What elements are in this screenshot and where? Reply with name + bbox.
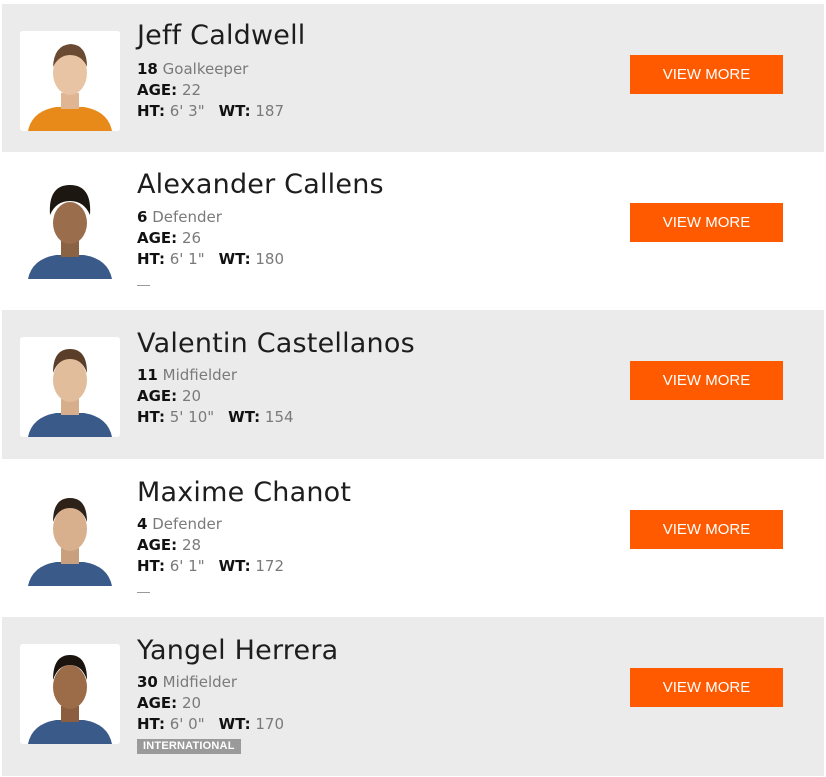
player-weight: 170 <box>255 715 285 733</box>
age-label: AGE: <box>137 694 178 712</box>
weight-label: WT: <box>218 250 251 268</box>
player-card: Alexander Callens 6 Defender AGE: 26 HT:… <box>2 152 824 310</box>
player-name[interactable]: Yangel Herrera <box>137 635 338 666</box>
player-weight: 187 <box>255 102 285 120</box>
player-position: Defender <box>152 208 222 226</box>
player-photo <box>20 31 120 131</box>
height-label: HT: <box>137 557 165 575</box>
player-card: Valentin Castellanos 11 Midfielder AGE: … <box>2 310 824 459</box>
player-name[interactable]: Valentin Castellanos <box>137 328 415 359</box>
player-number: 18 <box>137 60 158 78</box>
player-photo <box>20 644 120 744</box>
player-weight: 154 <box>264 408 294 426</box>
player-name[interactable]: Alexander Callens <box>137 169 384 200</box>
player-position: Defender <box>152 515 222 533</box>
player-age-value: 22 <box>181 81 202 99</box>
divider-dash <box>137 592 150 593</box>
player-height-weight: HT: 6' 3" WT: 187 <box>137 101 284 122</box>
height-label: HT: <box>137 102 165 120</box>
player-height: 6' 0" <box>169 715 205 733</box>
player-age: AGE: 22 <box>137 80 201 101</box>
weight-label: WT: <box>228 408 261 426</box>
player-number: 6 <box>137 208 148 226</box>
player-position: Midfielder <box>162 673 238 691</box>
player-roster: Jeff Caldwell 18 Goalkeeper AGE: 22 HT: … <box>0 0 826 777</box>
player-number-position: 6 Defender <box>137 207 222 228</box>
international-badge: INTERNATIONAL <box>137 739 241 754</box>
weight-label: WT: <box>218 715 251 733</box>
height-label: HT: <box>137 250 165 268</box>
view-more-button[interactable]: VIEW MORE <box>630 510 783 549</box>
player-age: AGE: 26 <box>137 228 201 249</box>
player-height-weight: HT: 5' 10" WT: 154 <box>137 407 294 428</box>
height-label: HT: <box>137 715 165 733</box>
view-more-button[interactable]: VIEW MORE <box>630 203 783 242</box>
view-more-button[interactable]: VIEW MORE <box>630 55 783 94</box>
player-name[interactable]: Jeff Caldwell <box>137 20 306 51</box>
player-age-value: 28 <box>181 536 202 554</box>
age-label: AGE: <box>137 229 178 247</box>
player-position: Goalkeeper <box>162 60 249 78</box>
player-height-weight: HT: 6' 1" WT: 172 <box>137 556 284 577</box>
player-number-position: 11 Midfielder <box>137 365 237 386</box>
weight-label: WT: <box>218 102 251 120</box>
player-height: 6' 1" <box>169 557 205 575</box>
player-weight: 180 <box>255 250 285 268</box>
player-weight: 172 <box>255 557 285 575</box>
age-label: AGE: <box>137 387 178 405</box>
player-name[interactable]: Maxime Chanot <box>137 477 351 508</box>
player-number-position: 18 Goalkeeper <box>137 59 248 80</box>
player-photo <box>20 179 120 279</box>
player-card: Jeff Caldwell 18 Goalkeeper AGE: 22 HT: … <box>2 4 824 152</box>
player-age-value: 20 <box>181 694 202 712</box>
player-height-weight: HT: 6' 1" WT: 180 <box>137 249 284 270</box>
player-age-value: 26 <box>181 229 202 247</box>
player-age: AGE: 20 <box>137 693 201 714</box>
player-age-value: 20 <box>181 387 202 405</box>
player-card: Maxime Chanot 4 Defender AGE: 28 HT: 6' … <box>2 459 824 617</box>
age-label: AGE: <box>137 81 178 99</box>
weight-label: WT: <box>218 557 251 575</box>
view-more-button[interactable]: VIEW MORE <box>630 668 783 707</box>
player-height: 6' 1" <box>169 250 205 268</box>
player-age: AGE: 20 <box>137 386 201 407</box>
player-height: 5' 10" <box>169 408 215 426</box>
player-card: Yangel Herrera 30 Midfielder AGE: 20 HT:… <box>2 617 824 776</box>
height-label: HT: <box>137 408 165 426</box>
player-number: 4 <box>137 515 148 533</box>
divider-dash <box>137 285 150 286</box>
player-number-position: 30 Midfielder <box>137 672 237 693</box>
player-photo <box>20 337 120 437</box>
age-label: AGE: <box>137 536 178 554</box>
player-height-weight: HT: 6' 0" WT: 170 <box>137 714 284 735</box>
view-more-button[interactable]: VIEW MORE <box>630 361 783 400</box>
player-position: Midfielder <box>162 366 238 384</box>
player-number-position: 4 Defender <box>137 514 222 535</box>
player-number: 30 <box>137 673 158 691</box>
player-number: 11 <box>137 366 158 384</box>
player-height: 6' 3" <box>169 102 205 120</box>
player-photo <box>20 486 120 586</box>
player-age: AGE: 28 <box>137 535 201 556</box>
